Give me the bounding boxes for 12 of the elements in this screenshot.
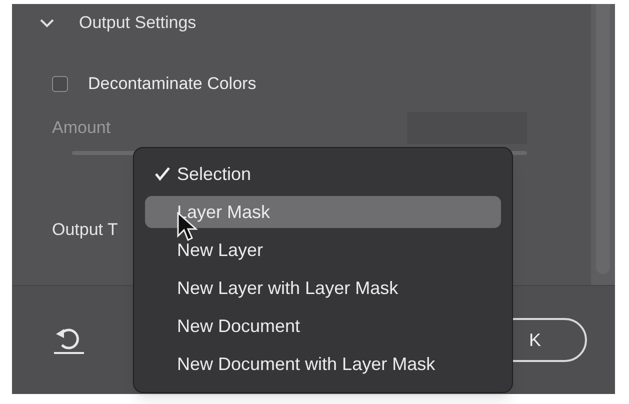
output-to-label: Output T bbox=[52, 219, 118, 242]
scrollbar-thumb[interactable] bbox=[596, 4, 610, 274]
chevron-icon[interactable] bbox=[39, 18, 55, 28]
menu-item[interactable]: New Layer with Layer Mask bbox=[145, 272, 501, 304]
scrollbar-track[interactable] bbox=[591, 4, 615, 285]
checkbox[interactable] bbox=[52, 76, 68, 92]
menu-item[interactable]: New Layer bbox=[145, 234, 501, 266]
checkbox-label: Decontaminate Colors bbox=[88, 73, 256, 96]
checkmark-icon bbox=[155, 167, 170, 181]
amount-label: Amount bbox=[52, 117, 111, 140]
section-title: Output Settings bbox=[79, 12, 196, 34]
menu-item[interactable]: Selection bbox=[145, 158, 501, 190]
